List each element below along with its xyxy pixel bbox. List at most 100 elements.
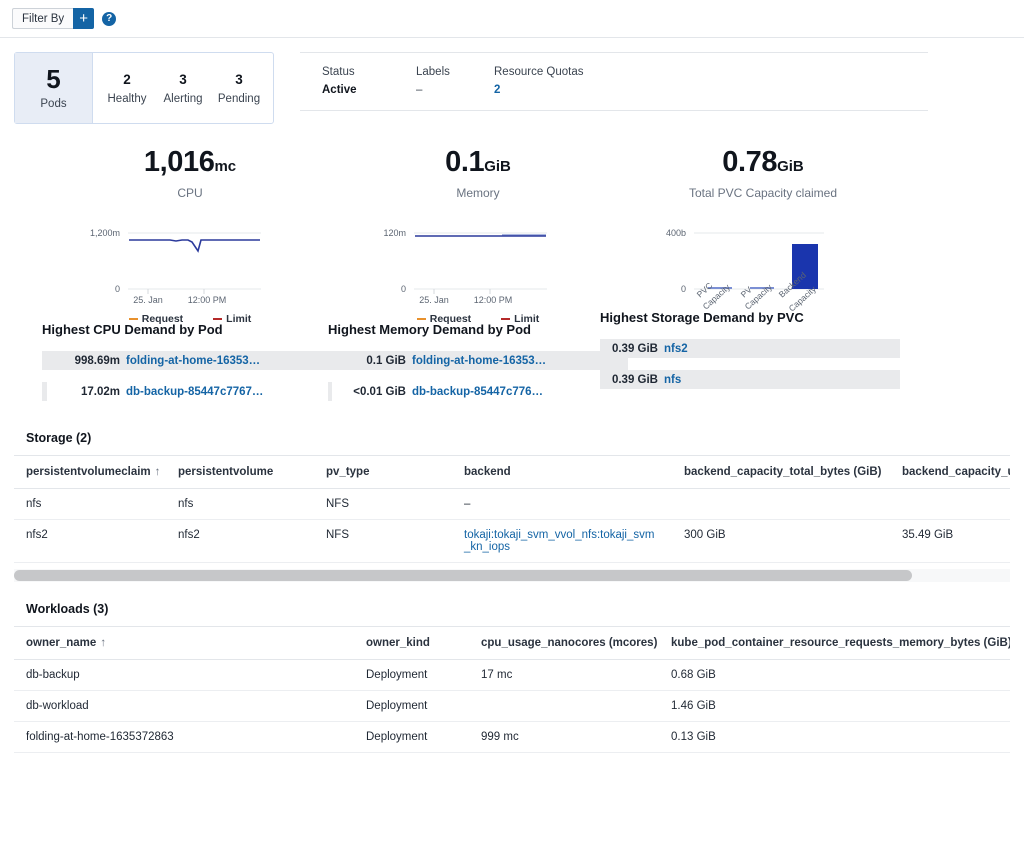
help-icon[interactable]: ?: [102, 12, 116, 26]
workloads-cell-cpu: [469, 691, 659, 722]
cpu-demand-pod-link[interactable]: folding-at-home-16353…: [126, 355, 260, 367]
storage-cell-pv: nfs: [166, 489, 314, 520]
table-row[interactable]: nfs2 nfs2 NFS tokaji:tokaji_svm_vvol_nfs…: [14, 520, 1010, 563]
storage-demand-row[interactable]: 0.39 GiB nfs: [600, 370, 900, 389]
memory-demand-list: 0.1 GiB folding-at-home-16353… <0.01 GiB…: [328, 351, 628, 401]
table-row[interactable]: db-backup Deployment 17 mc 0.68 GiB: [14, 660, 1010, 691]
storage-demand-pvc-link[interactable]: nfs: [664, 374, 681, 386]
workloads-cell-memory: 0.68 GiB: [659, 660, 1010, 691]
meta-labels-key: Labels: [416, 66, 494, 78]
alerting-label: Alerting: [164, 93, 203, 105]
storage-demand-row[interactable]: 0.39 GiB nfs2: [600, 339, 900, 358]
memory-demand-value: <0.01 GiB: [328, 386, 412, 398]
memory-demand-row[interactable]: <0.01 GiB db-backup-85447c776…: [328, 382, 628, 401]
storage-cell-pvc: nfs2: [14, 520, 166, 563]
storage-caption: Total PVC Capacity claimed: [642, 186, 884, 200]
storage-table: persistentvolumeclaim↑ persistentvolume …: [14, 455, 1010, 563]
workloads-col-memory-requests[interactable]: kube_pod_container_resource_requests_mem…: [659, 627, 1010, 660]
storage-bar-chart: 400b 0 PVC Capacity PV Capacity Backend …: [642, 224, 884, 306]
cpu-legend-request-label: Request: [142, 313, 183, 325]
pending-count: 3: [235, 72, 243, 87]
storage-col-backend[interactable]: backend: [452, 456, 672, 489]
storage-cell-used: [890, 489, 1010, 520]
cpu-caption: CPU: [76, 186, 304, 200]
storage-table-header-row: persistentvolumeclaim↑ persistentvolume …: [14, 456, 1010, 489]
add-filter-icon[interactable]: +: [73, 8, 94, 29]
memory-ytick-bottom: 0: [401, 284, 406, 294]
metrics-row: 1,016mc CPU 1,200m 0 25. Jan 12:00 PM Re…: [0, 124, 1024, 413]
cpu-ytick-top: 1,200m: [90, 228, 120, 238]
horizontal-scrollbar-track[interactable]: [14, 569, 1010, 582]
memory-big-value: 0.1GiB Memory: [362, 146, 594, 200]
workloads-table-title: Workloads (3): [14, 598, 1010, 626]
cpu-legend-limit-label: Limit: [226, 313, 251, 325]
storage-demand-value: 0.39 GiB: [600, 343, 664, 355]
memory-legend-limit-label: Limit: [514, 313, 539, 325]
memory-caption: Memory: [362, 186, 594, 200]
cpu-demand-row[interactable]: 998.69m folding-at-home-16353…: [42, 351, 342, 370]
horizontal-scrollbar-thumb[interactable]: [14, 570, 912, 581]
storage-col-backend-capacity-total[interactable]: backend_capacity_total_bytes (GiB): [672, 456, 890, 489]
workloads-col-cpu-usage[interactable]: cpu_usage_nanocores (mcores): [469, 627, 659, 660]
pods-summary-card[interactable]: 5 Pods 2 Healthy 3 Alerting 3 Pending: [14, 52, 274, 124]
memory-xtick-1: 25. Jan: [419, 295, 449, 305]
workloads-cell-memory: 0.13 GiB: [659, 722, 1010, 753]
workloads-table: owner_name↑ owner_kind cpu_usage_nanocor…: [14, 626, 1010, 753]
workloads-cell-cpu: 17 mc: [469, 660, 659, 691]
memory-line-chart: 120m 0 25. Jan 12:00 PM Request Limit: [362, 224, 594, 306]
storage-cell-pvtype: NFS: [314, 520, 452, 563]
sort-asc-icon: ↑: [155, 466, 161, 478]
cpu-value: 1,016: [144, 146, 215, 178]
storage-cell-pv: nfs2: [166, 520, 314, 563]
cpu-ytick-bottom: 0: [115, 284, 120, 294]
workloads-cell-owner-name: db-backup: [14, 660, 354, 691]
memory-legend-request: Request: [417, 313, 471, 325]
cpu-demand-pod-link[interactable]: db-backup-85447c7767…: [126, 386, 263, 398]
cpu-xtick-2: 12:00 PM: [188, 295, 227, 305]
pods-breakdown: 2 Healthy 3 Alerting 3 Pending: [93, 53, 273, 123]
storage-demand-pvc-link[interactable]: nfs2: [664, 343, 688, 355]
cpu-demand-row[interactable]: 17.02m db-backup-85447c7767…: [42, 382, 342, 401]
pending-label: Pending: [218, 93, 260, 105]
storage-cell-pvc: nfs: [14, 489, 166, 520]
storage-col-persistentvolume[interactable]: persistentvolume: [166, 456, 314, 489]
meta-quotas-value[interactable]: 2: [494, 84, 584, 96]
cpu-legend-request: Request: [129, 313, 183, 325]
summary-row: 5 Pods 2 Healthy 3 Alerting 3 Pending St…: [0, 38, 1024, 124]
memory-demand-pod-link[interactable]: folding-at-home-16353…: [412, 355, 546, 367]
pods-stat-alerting[interactable]: 3 Alerting: [155, 72, 211, 105]
pods-total: 5 Pods: [15, 53, 93, 123]
memory-demand-value: 0.1 GiB: [328, 355, 412, 367]
cpu-big-value: 1,016mc CPU: [76, 146, 304, 200]
memory-legend: Request Limit: [362, 313, 594, 325]
storage-cell-backend[interactable]: tokaji:tokaji_svm_vvol_nfs:tokaji_svm_kn…: [452, 520, 672, 563]
workloads-cell-owner-kind: Deployment: [354, 691, 469, 722]
memory-demand-row[interactable]: 0.1 GiB folding-at-home-16353…: [328, 351, 628, 370]
workloads-table-header-row: owner_name↑ owner_kind cpu_usage_nanocor…: [14, 627, 1010, 660]
table-row[interactable]: folding-at-home-1635372863 Deployment 99…: [14, 722, 1010, 753]
pods-stat-pending[interactable]: 3 Pending: [211, 72, 267, 105]
alerting-count: 3: [179, 72, 187, 87]
table-row[interactable]: nfs nfs NFS –: [14, 489, 1010, 520]
table-row[interactable]: db-workload Deployment 1.46 GiB: [14, 691, 1010, 722]
backend-link[interactable]: tokaji:tokaji_svm_vvol_nfs:tokaji_svm_kn…: [464, 529, 654, 553]
storage-cell-total: [672, 489, 890, 520]
storage-col-pv-type[interactable]: pv_type: [314, 456, 452, 489]
storage-col-persistentvolumeclaim[interactable]: persistentvolumeclaim↑: [14, 456, 166, 489]
memory-legend-limit: Limit: [501, 313, 539, 325]
meta-resource-quotas: Resource Quotas 2: [494, 66, 584, 96]
workloads-col-owner-name[interactable]: owner_name↑: [14, 627, 354, 660]
filter-by-button[interactable]: Filter By: [12, 8, 73, 29]
pods-stat-healthy[interactable]: 2 Healthy: [99, 72, 155, 105]
memory-ytick-top: 120m: [383, 228, 406, 238]
cpu-demand-list: 998.69m folding-at-home-16353… 17.02m db…: [42, 351, 342, 401]
meta-status: Status Active: [322, 66, 416, 96]
meta-quotas-key: Resource Quotas: [494, 66, 584, 78]
storage-demand-list: 0.39 GiB nfs2 0.39 GiB nfs: [600, 339, 900, 389]
workloads-col-owner-kind[interactable]: owner_kind: [354, 627, 469, 660]
memory-demand-pod-link[interactable]: db-backup-85447c776…: [412, 386, 543, 398]
filter-bar: Filter By + ?: [0, 0, 1024, 38]
pods-label: Pods: [40, 98, 66, 110]
cpu-legend: Request Limit: [76, 313, 304, 325]
storage-col-backend-capacity-used[interactable]: backend_capacity_us: [890, 456, 1010, 489]
